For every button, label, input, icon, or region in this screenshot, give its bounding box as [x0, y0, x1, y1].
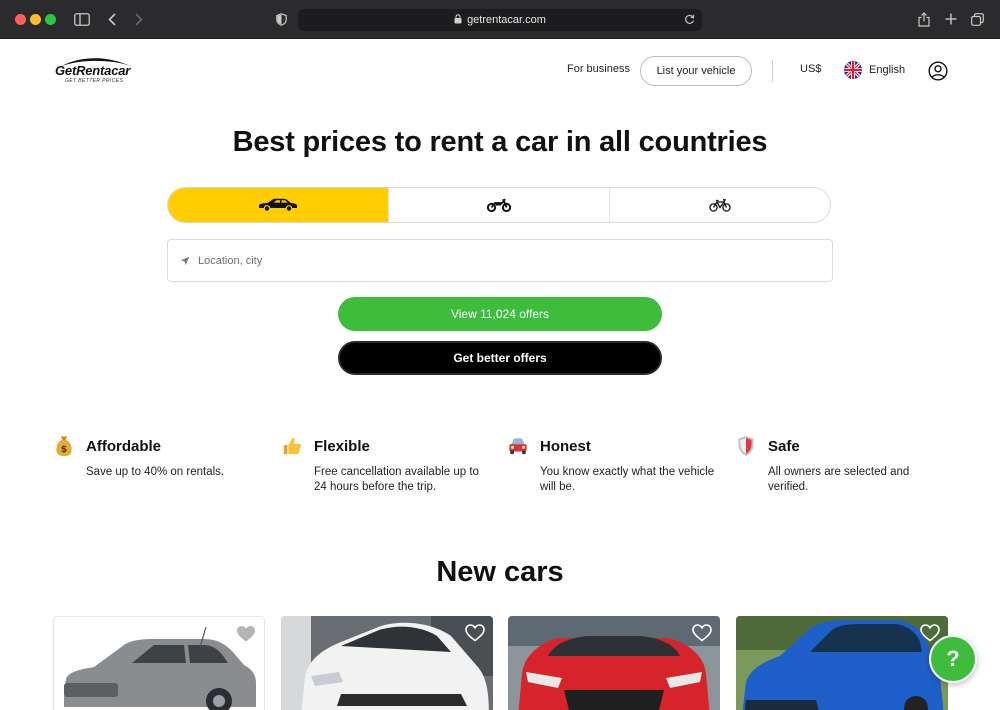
feature-description: Free cancellation available up to 24 hou…	[314, 466, 479, 493]
feature-title: Safe	[768, 438, 800, 455]
feature-title: Flexible	[314, 438, 370, 455]
feature-description: You know exactly what the vehicle will b…	[540, 466, 715, 493]
vehicle-type-tabs	[167, 187, 831, 223]
car-photo	[736, 616, 948, 710]
user-account-icon[interactable]	[928, 61, 948, 81]
address-bar[interactable]: getrentacar.com	[298, 9, 702, 31]
car-photo	[508, 616, 720, 710]
close-window-button[interactable]	[15, 14, 26, 25]
forward-icon[interactable]	[133, 10, 145, 28]
motorcycle-icon	[487, 198, 511, 212]
location-arrow-icon	[180, 256, 190, 265]
favorite-heart-icon[interactable]	[465, 624, 485, 642]
url-text: getrentacar.com	[467, 14, 546, 26]
language-label: English	[869, 64, 906, 76]
logo-tagline: GET BETTER PRICES	[65, 78, 124, 84]
car-card[interactable]	[281, 616, 493, 710]
car-front-icon	[508, 434, 528, 458]
list-vehicle-button[interactable]: List your vehicle	[640, 56, 752, 86]
new-cars-title: New cars	[436, 556, 564, 588]
language-selector[interactable]: English	[844, 61, 905, 79]
site-logo[interactable]: GetRentacar GET BETTER PRICES	[54, 57, 134, 85]
help-chat-button[interactable]: ?	[929, 635, 977, 683]
logo-text: GetRentacar	[55, 63, 131, 78]
car-card[interactable]	[508, 616, 720, 710]
tab-motorcycle[interactable]	[389, 188, 610, 222]
car-icon	[259, 198, 297, 212]
new-tab-icon[interactable]	[943, 10, 959, 28]
uk-flag-icon	[844, 61, 862, 79]
get-better-offers-button[interactable]: Get better offers	[338, 341, 662, 375]
feature-title: Affordable	[86, 438, 161, 455]
favorite-heart-icon[interactable]	[236, 625, 256, 643]
feature-description: All owners are selected and verified.	[768, 466, 910, 493]
tab-bicycle[interactable]	[610, 188, 830, 222]
feature-title: Honest	[540, 438, 591, 455]
reload-icon[interactable]	[684, 13, 695, 28]
view-offers-button[interactable]: View 11,024 offers	[338, 297, 662, 331]
car-photo	[54, 617, 264, 710]
tabs-icon[interactable]	[969, 10, 985, 28]
share-icon[interactable]	[916, 10, 932, 28]
back-icon[interactable]	[106, 10, 118, 28]
currency-selector[interactable]: US$	[800, 63, 821, 75]
favorite-heart-icon[interactable]	[692, 624, 712, 642]
feature-description: Save up to 40% on rentals.	[86, 466, 225, 478]
car-photo	[281, 616, 493, 710]
car-card[interactable]	[736, 616, 948, 710]
header-divider	[772, 60, 773, 82]
thumbs-up-icon	[282, 434, 302, 458]
location-input[interactable]	[198, 254, 798, 267]
svg-text:$: $	[61, 445, 67, 455]
maximize-window-button[interactable]	[45, 14, 56, 25]
lock-icon	[454, 13, 462, 27]
for-business-link[interactable]: For business	[567, 63, 630, 75]
money-bag-icon: $	[54, 434, 74, 458]
shield-icon[interactable]	[274, 10, 288, 28]
location-search-field[interactable]	[167, 239, 833, 282]
tab-car[interactable]	[168, 188, 389, 222]
shield-icon	[736, 434, 756, 458]
bicycle-icon	[709, 199, 731, 212]
browser-toolbar: getrentacar.com	[0, 0, 1000, 39]
minimize-window-button[interactable]	[30, 14, 41, 25]
sidebar-icon[interactable]	[73, 10, 91, 28]
hero-title: Best prices to rent a car in all countri…	[232, 126, 768, 158]
car-card[interactable]	[53, 616, 265, 710]
